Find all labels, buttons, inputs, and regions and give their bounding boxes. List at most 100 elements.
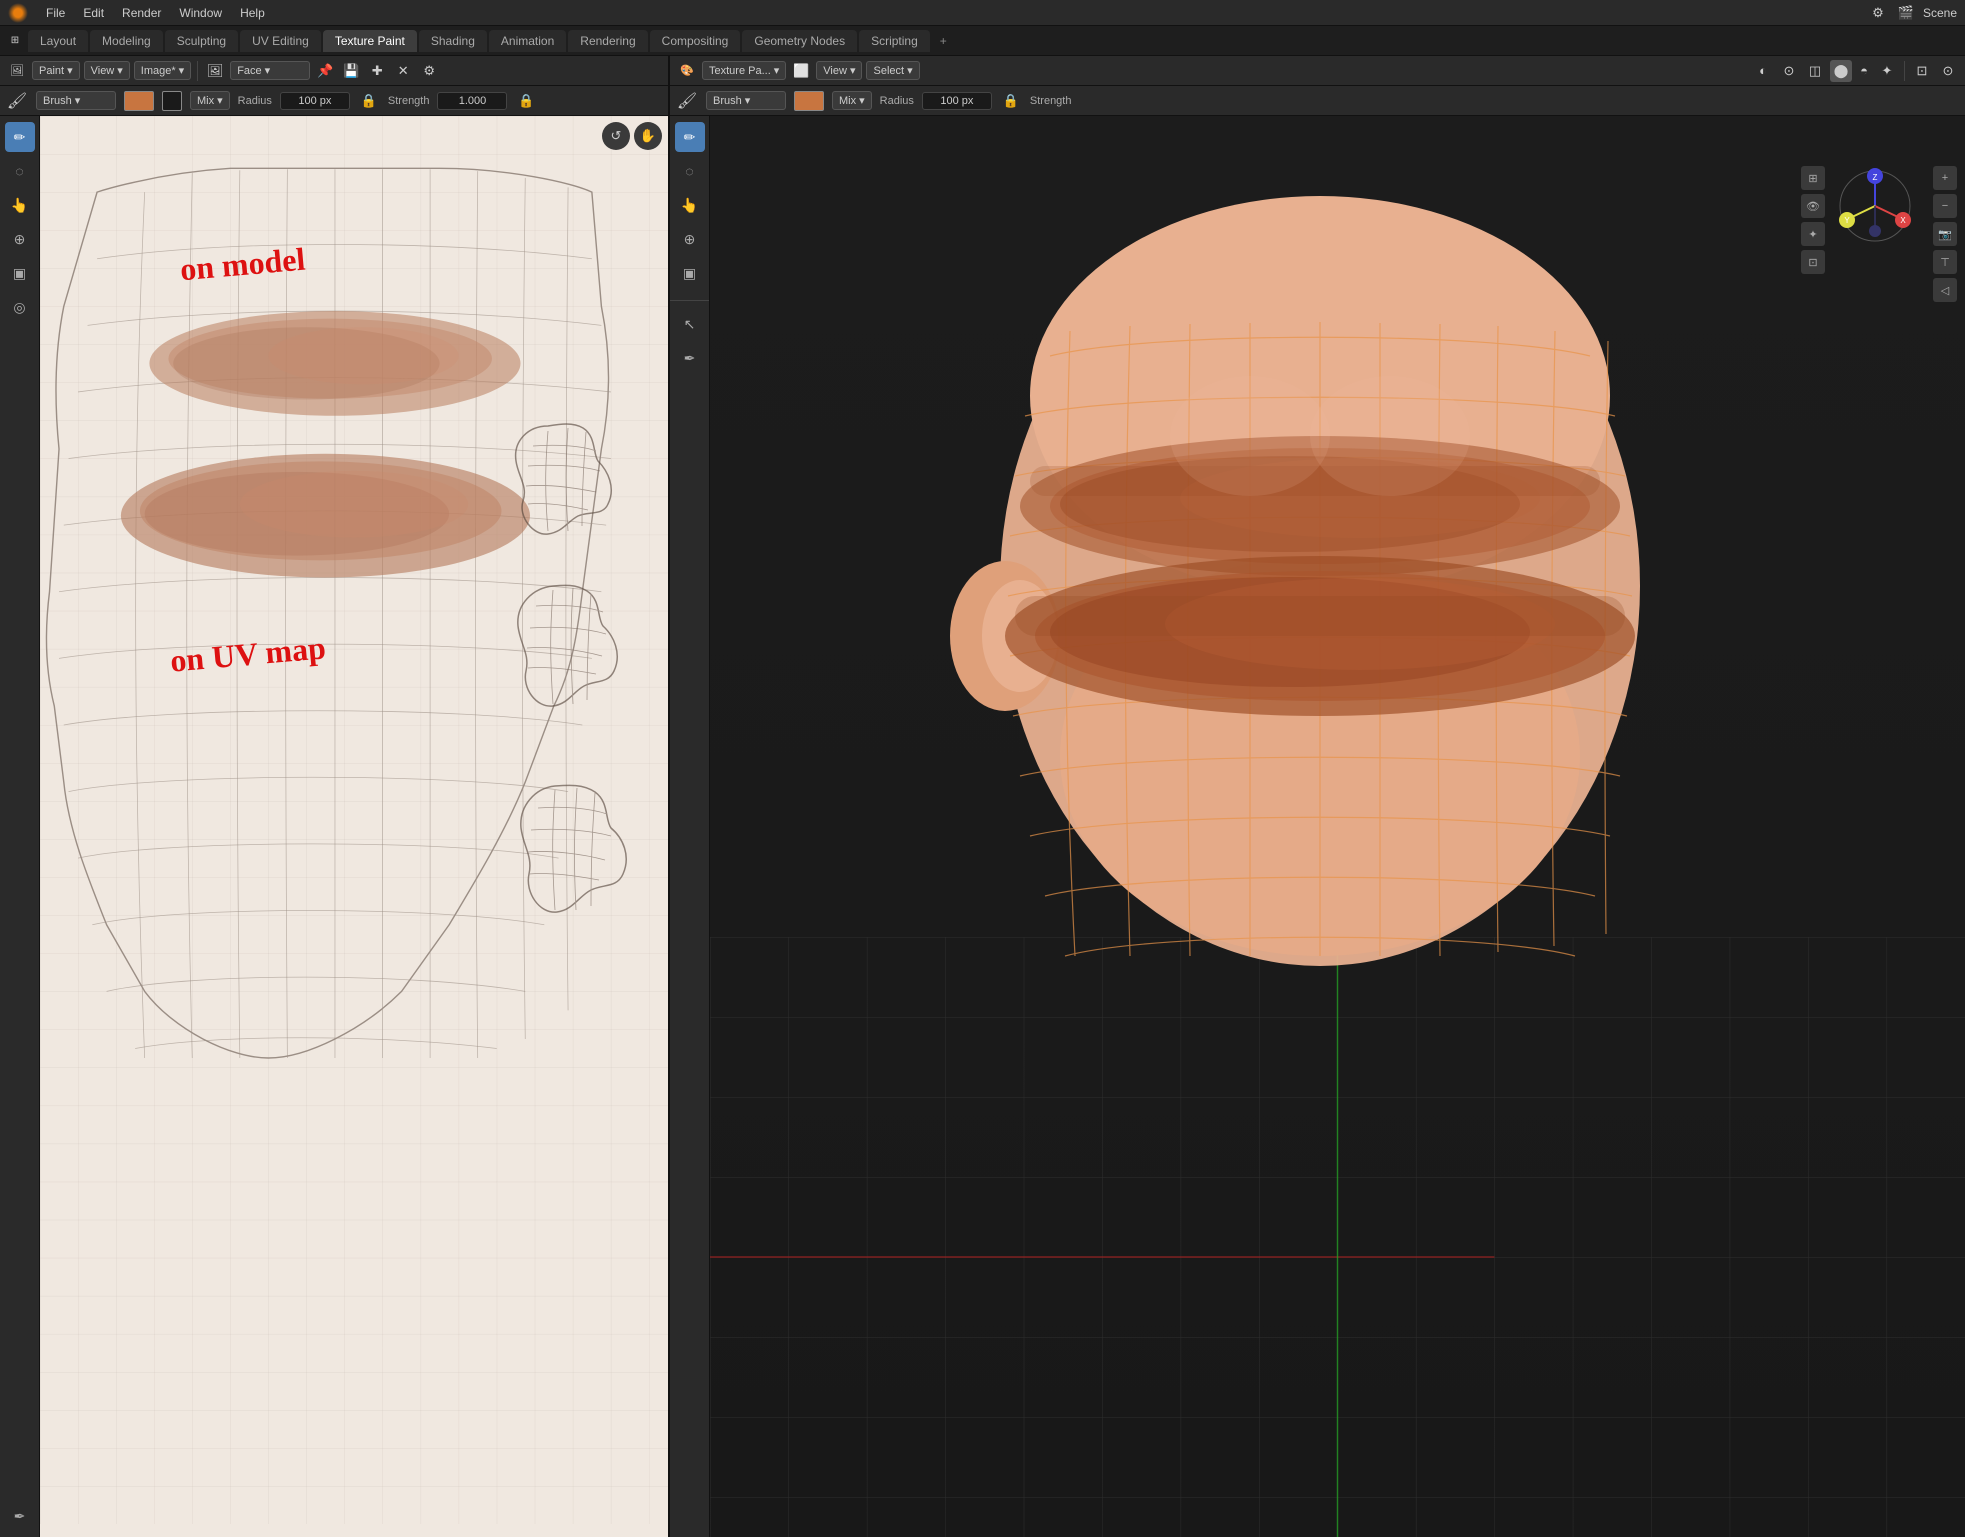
ortho-side-btn[interactable]: ◁	[1933, 278, 1957, 302]
viewport-overlays-icon[interactable]: ⊙	[1778, 60, 1800, 82]
viewport-render-btn[interactable]: ✦	[1801, 222, 1825, 246]
right-draw-tool[interactable]: ✏	[675, 122, 705, 152]
render-shading-btn[interactable]: ✦	[1876, 60, 1898, 82]
viewport-settings-btn[interactable]: 👁	[1801, 194, 1825, 218]
left-editor-header: 🖼 Paint ▾ View ▾ Image* ▾ 🖼 Face ▾ 📌 💾 ✚…	[0, 56, 668, 86]
uv-secondary-islands	[508, 416, 668, 1016]
right-brush-toolbar: 🖌 Brush ▾ Mix ▾ Radius 🔒 Strength	[670, 86, 1965, 116]
svg-text:Z: Z	[1873, 173, 1878, 182]
show-region-btn[interactable]: ⊞	[1801, 166, 1825, 190]
tab-compositing[interactable]: Compositing	[650, 30, 741, 52]
new-image-icon[interactable]: ✚	[366, 60, 388, 82]
right-blend-mode[interactable]: Mix ▾	[832, 91, 872, 110]
uv-view-rotate-icon[interactable]: ↺	[602, 122, 630, 150]
engine-selector[interactable]: ⚙	[1867, 2, 1889, 24]
view-menu-right[interactable]: View ▾	[816, 61, 862, 80]
right-radius-input[interactable]	[922, 92, 992, 110]
svg-text:Y: Y	[1844, 216, 1850, 225]
ortho-top-btn[interactable]: ⊤	[1933, 250, 1957, 274]
tool-settings-icon[interactable]: ⚙	[418, 60, 440, 82]
right-content-area: ✏ ◌ 👆 ⊕ ▣ ↖ ✒ User Perspective (0) Face …	[670, 116, 1965, 1537]
tab-shading[interactable]: Shading	[419, 30, 487, 52]
menu-help[interactable]: Help	[232, 4, 273, 22]
solid-shading-btn[interactable]: ⬤	[1830, 60, 1852, 82]
3d-viewport[interactable]: User Perspective (0) Face Main	[710, 116, 1965, 1537]
mask-tool-btn[interactable]: ◎	[5, 292, 35, 322]
tab-rendering[interactable]: Rendering	[568, 30, 647, 52]
annotate-tool-btn[interactable]: ✒	[5, 1501, 35, 1531]
radius-input[interactable]	[280, 92, 350, 110]
texture-paint-menu[interactable]: Texture Pa... ▾	[702, 61, 786, 80]
zoom-in-btn[interactable]: +	[1933, 166, 1957, 190]
clone-tool-btn[interactable]: ⊕	[5, 224, 35, 254]
brush-name-dropdown[interactable]: Brush ▾	[36, 91, 116, 110]
draw-tool-btn[interactable]: ✏	[5, 122, 35, 152]
background-color[interactable]	[162, 91, 182, 111]
view-menu-left[interactable]: View ▾	[84, 61, 130, 80]
image-selector-icon[interactable]: 🖼	[204, 60, 226, 82]
pin-icon[interactable]: 📌	[314, 60, 336, 82]
uv-canvas[interactable]: on model on UV map	[40, 116, 668, 1537]
image-menu[interactable]: Image* ▾	[134, 61, 191, 80]
select-menu[interactable]: Select ▾	[866, 61, 919, 80]
face-selector[interactable]: Face ▾	[230, 61, 310, 80]
foreground-color[interactable]	[124, 91, 154, 111]
right-radius-lock[interactable]: 🔒	[1000, 90, 1022, 112]
tab-scripting[interactable]: Scripting	[859, 30, 930, 52]
right-editor-header: 🎨 Texture Pa... ▾ ⬜ View ▾ Select ▾ ◐ ⊙ …	[670, 56, 1965, 86]
strength-lock-icon[interactable]: 🔒	[515, 90, 537, 112]
scene-selector[interactable]: 🎬	[1895, 2, 1917, 24]
menu-render[interactable]: Render	[114, 4, 169, 22]
add-workspace-button[interactable]: +	[932, 30, 955, 52]
snap-toggle[interactable]: ⊡	[1911, 60, 1933, 82]
right-brush-type-icon[interactable]: 🖌	[676, 90, 698, 112]
tab-layout[interactable]: Layout	[28, 30, 88, 52]
proportional-edit[interactable]: ⊙	[1937, 60, 1959, 82]
radius-lock-icon[interactable]: 🔒	[358, 90, 380, 112]
menu-window[interactable]: Window	[171, 4, 230, 22]
right-editor-type-icon[interactable]: 🎨	[676, 60, 698, 82]
tab-uv-editing[interactable]: UV Editing	[240, 30, 321, 52]
right-annotate-tool[interactable]: ✒	[675, 343, 705, 373]
smear-tool-btn[interactable]: 👆	[5, 190, 35, 220]
soften-tool-btn[interactable]: ◌	[5, 156, 35, 186]
zoom-out-btn[interactable]: −	[1933, 194, 1957, 218]
menu-file[interactable]: File	[38, 4, 73, 22]
uv-view-pan-icon[interactable]: ✋	[634, 122, 662, 150]
right-select-tool[interactable]: ↖	[675, 309, 705, 339]
editor-type-icon[interactable]: 🖼	[6, 60, 28, 82]
fill-tool-btn[interactable]: ▣	[5, 258, 35, 288]
right-fill-tool[interactable]: ▣	[675, 258, 705, 288]
render-mode-icon[interactable]: ◐	[1752, 60, 1774, 82]
tab-geometry-nodes[interactable]: Geometry Nodes	[742, 30, 857, 52]
brush-type-icon[interactable]: 🖌	[6, 90, 28, 112]
right-brush-name[interactable]: Brush ▾	[706, 91, 786, 110]
workspace-tabs: ⊞ Layout Modeling Sculpting UV Editing T…	[0, 26, 1965, 56]
workspace-icon[interactable]: ⊞	[4, 30, 26, 52]
strength-input[interactable]	[437, 92, 507, 110]
right-soften-tool[interactable]: ◌	[675, 156, 705, 186]
camera-view-btn[interactable]: 📷	[1933, 222, 1957, 246]
xray-toggle-icon[interactable]: ◫	[1804, 60, 1826, 82]
tab-texture-paint[interactable]: Texture Paint	[323, 30, 417, 52]
right-clone-tool[interactable]: ⊕	[675, 224, 705, 254]
navigation-gizmo[interactable]: Z X Y	[1835, 166, 1915, 246]
close-image-icon[interactable]: ✕	[392, 60, 414, 82]
viewport-shading-icon[interactable]: ⬜	[790, 60, 812, 82]
save-icon[interactable]: 💾	[340, 60, 362, 82]
right-smear-tool[interactable]: 👆	[675, 190, 705, 220]
blend-mode-dropdown[interactable]: Mix ▾	[190, 91, 230, 110]
tab-animation[interactable]: Animation	[489, 30, 566, 52]
paint-menu[interactable]: Paint ▾	[32, 61, 80, 80]
blender-logo	[8, 3, 28, 23]
secondary-uv-svg	[508, 416, 668, 1016]
viewport-grid-btn[interactable]: ⊡	[1801, 250, 1825, 274]
left-panel: 🖼 Paint ▾ View ▾ Image* ▾ 🖼 Face ▾ 📌 💾 ✚…	[0, 56, 670, 1537]
tab-sculpting[interactable]: Sculpting	[165, 30, 238, 52]
material-shading-btn[interactable]: ◓	[1853, 60, 1875, 82]
left-content-area: ✏ ◌ 👆 ⊕ ▣ ◎ ✒	[0, 116, 668, 1537]
tab-modeling[interactable]: Modeling	[90, 30, 163, 52]
right-panel: 🎨 Texture Pa... ▾ ⬜ View ▾ Select ▾ ◐ ⊙ …	[670, 56, 1965, 1537]
right-foreground-color[interactable]	[794, 91, 824, 111]
menu-edit[interactable]: Edit	[75, 4, 112, 22]
